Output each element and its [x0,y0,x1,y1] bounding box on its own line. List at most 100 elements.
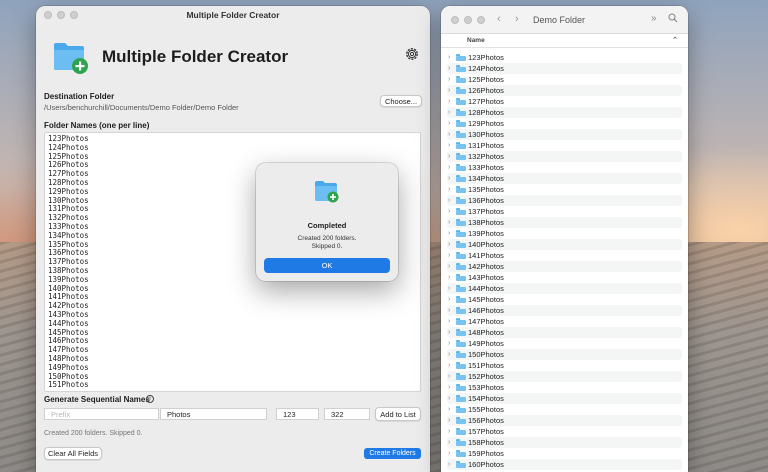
finder-row[interactable]: › 129Photos [447,118,682,129]
finder-row[interactable]: › 131Photos [447,140,682,151]
chevron-right-icon[interactable]: › [448,439,456,446]
chevron-right-icon[interactable]: › [448,417,456,424]
chevron-right-icon[interactable]: › [448,285,456,292]
finder-row[interactable]: › 154Photos [447,393,682,404]
chevron-right-icon[interactable]: › [448,296,456,303]
forward-arrow-icon[interactable]: › [515,13,519,25]
finder-row[interactable]: › 145Photos [447,294,682,305]
finder-row[interactable]: › 126Photos [447,85,682,96]
finder-row[interactable]: › 158Photos [447,437,682,448]
chevron-right-icon[interactable]: › [448,340,456,347]
finder-row[interactable]: › 160Photos [447,459,682,470]
chevron-right-icon[interactable]: › [448,230,456,237]
chevron-right-icon[interactable]: › [448,65,456,72]
chevron-right-icon[interactable]: › [448,197,456,204]
close-window-button[interactable] [44,11,52,19]
chevron-right-icon[interactable]: › [448,208,456,215]
finder-row[interactable]: › 141Photos [447,250,682,261]
finder-row[interactable]: › 128Photos [447,107,682,118]
chevron-right-icon[interactable]: › [448,263,456,270]
chevron-right-icon[interactable]: › [448,373,456,380]
more-toolbar-icon[interactable]: » [651,13,657,24]
chevron-right-icon[interactable]: › [448,351,456,358]
chevron-right-icon[interactable]: › [448,461,456,468]
info-icon[interactable]: i [146,395,154,403]
finder-row[interactable]: › 130Photos [447,129,682,140]
zoom-window-button[interactable] [70,11,78,19]
search-icon[interactable] [668,13,678,26]
back-arrow-icon[interactable]: ‹ [497,13,501,25]
finder-item-name: 143Photos [468,273,504,282]
chevron-right-icon[interactable]: › [448,384,456,391]
finder-row[interactable]: › 125Photos [447,74,682,85]
chevron-right-icon[interactable]: › [448,175,456,182]
finder-row[interactable]: › 152Photos [447,371,682,382]
chevron-right-icon[interactable]: › [448,428,456,435]
chevron-right-icon[interactable]: › [448,219,456,226]
chevron-right-icon[interactable]: › [448,98,456,105]
clear-all-fields-button[interactable]: Clear All Fields [44,447,102,460]
start-number-input[interactable] [276,408,319,420]
finder-row[interactable]: › 149Photos [447,338,682,349]
finder-row[interactable]: › 155Photos [447,404,682,415]
finder-row[interactable]: › 133Photos [447,162,682,173]
choose-button[interactable]: Choose... [380,95,422,107]
finder-close-button[interactable] [451,16,459,24]
chevron-right-icon[interactable]: › [448,362,456,369]
chevron-right-icon[interactable]: › [448,450,456,457]
chevron-right-icon[interactable]: › [448,142,456,149]
end-number-input[interactable] [324,408,370,420]
chevron-right-icon[interactable]: › [448,318,456,325]
finder-row[interactable]: › 142Photos [447,261,682,272]
finder-row[interactable]: › 146Photos [447,305,682,316]
chevron-right-icon[interactable]: › [448,87,456,94]
chevron-right-icon[interactable]: › [448,109,456,116]
chevron-right-icon[interactable]: › [448,252,456,259]
finder-row[interactable]: › 132Photos [447,151,682,162]
name-column-header[interactable]: Name ⌃ [441,34,688,48]
finder-row[interactable]: › 159Photos [447,448,682,459]
finder-row[interactable]: › 140Photos [447,239,682,250]
add-to-list-button[interactable]: Add to List [375,407,421,421]
finder-row[interactable]: › 139Photos [447,228,682,239]
finder-row[interactable]: › 156Photos [447,415,682,426]
chevron-right-icon[interactable]: › [448,307,456,314]
finder-row[interactable]: › 147Photos [447,316,682,327]
finder-row[interactable]: › 148Photos [447,327,682,338]
prefix-input[interactable] [44,408,159,420]
finder-row[interactable]: › 144Photos [447,283,682,294]
chevron-right-icon[interactable]: › [448,241,456,248]
finder-row[interactable]: › 138Photos [447,217,682,228]
finder-row[interactable]: › 124Photos [447,63,682,74]
chevron-right-icon[interactable]: › [448,120,456,127]
chevron-right-icon[interactable]: › [448,153,456,160]
minimize-window-button[interactable] [57,11,65,19]
chevron-right-icon[interactable]: › [448,274,456,281]
chevron-right-icon[interactable]: › [448,54,456,61]
chevron-right-icon[interactable]: › [448,131,456,138]
finder-row[interactable]: › 143Photos [447,272,682,283]
suffix-input[interactable] [160,408,267,420]
finder-row[interactable]: › 127Photos [447,96,682,107]
finder-row[interactable]: › 136Photos [447,195,682,206]
finder-row[interactable]: › 153Photos [447,382,682,393]
chevron-right-icon[interactable]: › [448,164,456,171]
chevron-right-icon[interactable]: › [448,395,456,402]
chevron-right-icon[interactable]: › [448,406,456,413]
gear-icon[interactable] [404,46,420,62]
chevron-right-icon[interactable]: › [448,329,456,336]
finder-row[interactable]: › 137Photos [447,206,682,217]
chevron-right-icon[interactable]: › [448,186,456,193]
finder-row[interactable]: › 150Photos [447,349,682,360]
create-folders-button[interactable]: Create Folders [364,448,421,459]
finder-minimize-button[interactable] [464,16,472,24]
finder-row[interactable]: › 151Photos [447,360,682,371]
finder-row[interactable]: › 134Photos [447,173,682,184]
chevron-right-icon[interactable]: › [448,76,456,83]
finder-item-name: 155Photos [468,405,504,414]
finder-row[interactable]: › 123Photos [447,52,682,63]
finder-row[interactable]: › 157Photos [447,426,682,437]
finder-zoom-button[interactable] [477,16,485,24]
ok-button[interactable]: OK [264,258,390,273]
finder-row[interactable]: › 135Photos [447,184,682,195]
